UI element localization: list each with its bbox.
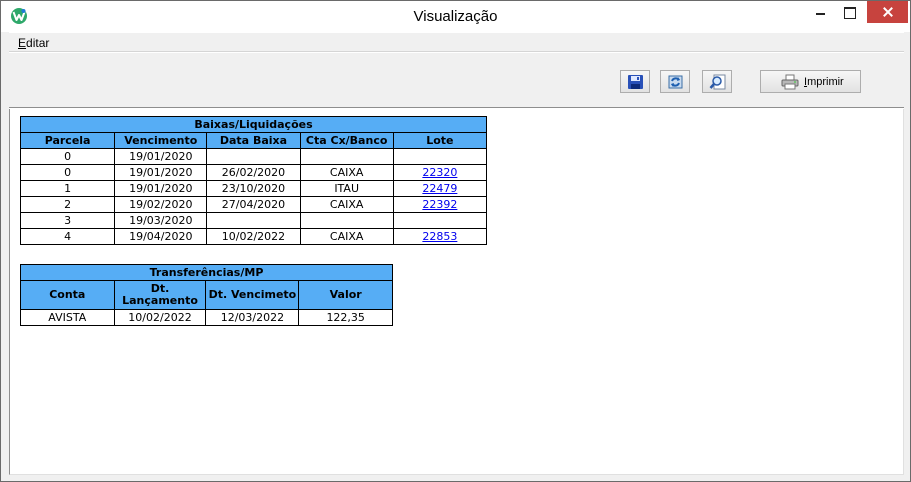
table-title: Baixas/Liquidações (20, 116, 487, 133)
header-line: Lançamento (122, 294, 198, 307)
save-button[interactable] (620, 70, 650, 93)
cell-conta: ITAU (299, 180, 394, 197)
table-row: 2 19/02/2020 27/04/2020 CAIXA 22392 (19, 196, 488, 213)
magnifier-preview-icon (709, 74, 726, 90)
table-title: Transferências/MP (20, 264, 393, 281)
cell-vencimento: 19/02/2020 (114, 196, 208, 213)
cell-dt-lancamento: 10/02/2022 (113, 309, 207, 326)
cell-data-baixa (206, 212, 301, 229)
toolbar: Imprimir (9, 53, 904, 108)
cell-data-baixa: 23/10/2020 (206, 180, 301, 197)
cell-conta: AVISTA (20, 309, 115, 326)
column-header-dt-lancamento: Dt. Lançamento (113, 280, 207, 310)
refresh-icon (668, 75, 683, 89)
cell-parcela: 2 (19, 196, 116, 213)
menu-editar-label: ditar (26, 36, 50, 50)
column-header: Lote (392, 132, 488, 149)
cell-data-baixa: 10/02/2022 (206, 228, 301, 245)
menu-editar[interactable]: Editar (18, 36, 49, 50)
cell-vencimento: 19/01/2020 (114, 164, 208, 181)
cell-data-baixa (206, 148, 301, 165)
cell-parcela: 4 (19, 228, 116, 245)
cell-lote: 22320 (392, 164, 488, 181)
table-row: 0 19/01/2020 26/02/2020 CAIXA 22320 (19, 164, 488, 181)
cell-parcela: 3 (19, 212, 116, 229)
cell-vencimento: 19/03/2020 (114, 212, 208, 229)
table-row: 0 19/01/2020 (19, 148, 488, 165)
cell-parcela: 0 (19, 164, 116, 181)
minimize-button[interactable] (806, 1, 835, 23)
table-row: 1 19/01/2020 23/10/2020 ITAU 22479 (19, 180, 488, 197)
cell-conta: CAIXA (299, 196, 394, 213)
cell-conta (299, 212, 394, 229)
transferencias-mp-table: Transferências/MP Conta Dt. Lançamento Dt… (20, 264, 393, 326)
cell-lote: 22392 (392, 196, 488, 213)
cell-lote (392, 212, 488, 229)
cell-parcela: 0 (19, 148, 116, 165)
report-content: Baixas/Liquidações Parcela Vencimento Da… (9, 109, 904, 475)
column-header: Conta (20, 280, 115, 310)
column-header: Vencimento (114, 132, 208, 149)
table-header-row: Conta Dt. Lançamento Dt. Vencimeto Valor (20, 280, 393, 310)
close-button[interactable] (867, 1, 908, 23)
cell-data-baixa: 27/04/2020 (206, 196, 301, 213)
printer-icon (781, 74, 799, 90)
print-label-text: mprimir (807, 76, 844, 88)
cell-vencimento: 19/04/2020 (114, 228, 208, 245)
window-frame-right (904, 32, 910, 481)
print-button[interactable]: Imprimir (760, 70, 861, 93)
lote-link[interactable]: 22853 (422, 230, 457, 243)
column-header: Valor (298, 280, 393, 310)
cell-valor: 122,35 (298, 309, 393, 326)
menu-editar-mnemonic: E (18, 36, 27, 50)
table-row: 3 19/03/2020 (19, 212, 488, 229)
menu-bar: Editar (9, 33, 904, 52)
column-header: Parcela (19, 132, 116, 149)
window-title: Visualização (413, 8, 498, 25)
window-frame-bottom (1, 475, 910, 481)
cell-conta: CAIXA (299, 228, 394, 245)
title-bar: Visualização (1, 1, 910, 32)
cell-vencimento: 19/01/2020 (114, 180, 208, 197)
lote-link[interactable]: 22479 (422, 182, 457, 195)
baixas-liquidacoes-table: Baixas/Liquidações Parcela Vencimento Da… (19, 116, 488, 245)
refresh-button[interactable] (660, 70, 690, 93)
table-row: AVISTA 10/02/2022 12/03/2022 122,35 (20, 309, 393, 326)
table-row: 4 19/04/2020 10/02/2022 CAIXA 22853 (19, 228, 488, 245)
preview-button[interactable] (702, 70, 732, 93)
cell-dt-vencimento: 12/03/2022 (205, 309, 300, 326)
table-header-row: Parcela Vencimento Data Baixa Cta Cx/Ban… (19, 132, 488, 149)
lote-link[interactable]: 22392 (422, 198, 457, 211)
cell-vencimento: 19/01/2020 (114, 148, 208, 165)
cell-conta: CAIXA (299, 164, 394, 181)
visualizacao-window: Visualização Editar Imprimir Baixas/Liqu… (0, 0, 911, 482)
cell-lote: 22853 (392, 228, 488, 245)
cell-parcela: 1 (19, 180, 116, 197)
cell-lote (392, 148, 488, 165)
cell-data-baixa: 26/02/2020 (206, 164, 301, 181)
lote-link[interactable]: 22320 (422, 166, 457, 179)
maximize-button[interactable] (835, 1, 864, 23)
column-header: Dt. Vencimeto (205, 280, 300, 310)
cell-conta (299, 148, 394, 165)
window-frame-left (1, 32, 9, 481)
column-header: Data Baixa (206, 132, 301, 149)
print-label: Imprimir (804, 76, 844, 88)
floppy-disk-icon (628, 75, 643, 89)
column-header: Cta Cx/Banco (299, 132, 394, 149)
cell-lote: 22479 (392, 180, 488, 197)
